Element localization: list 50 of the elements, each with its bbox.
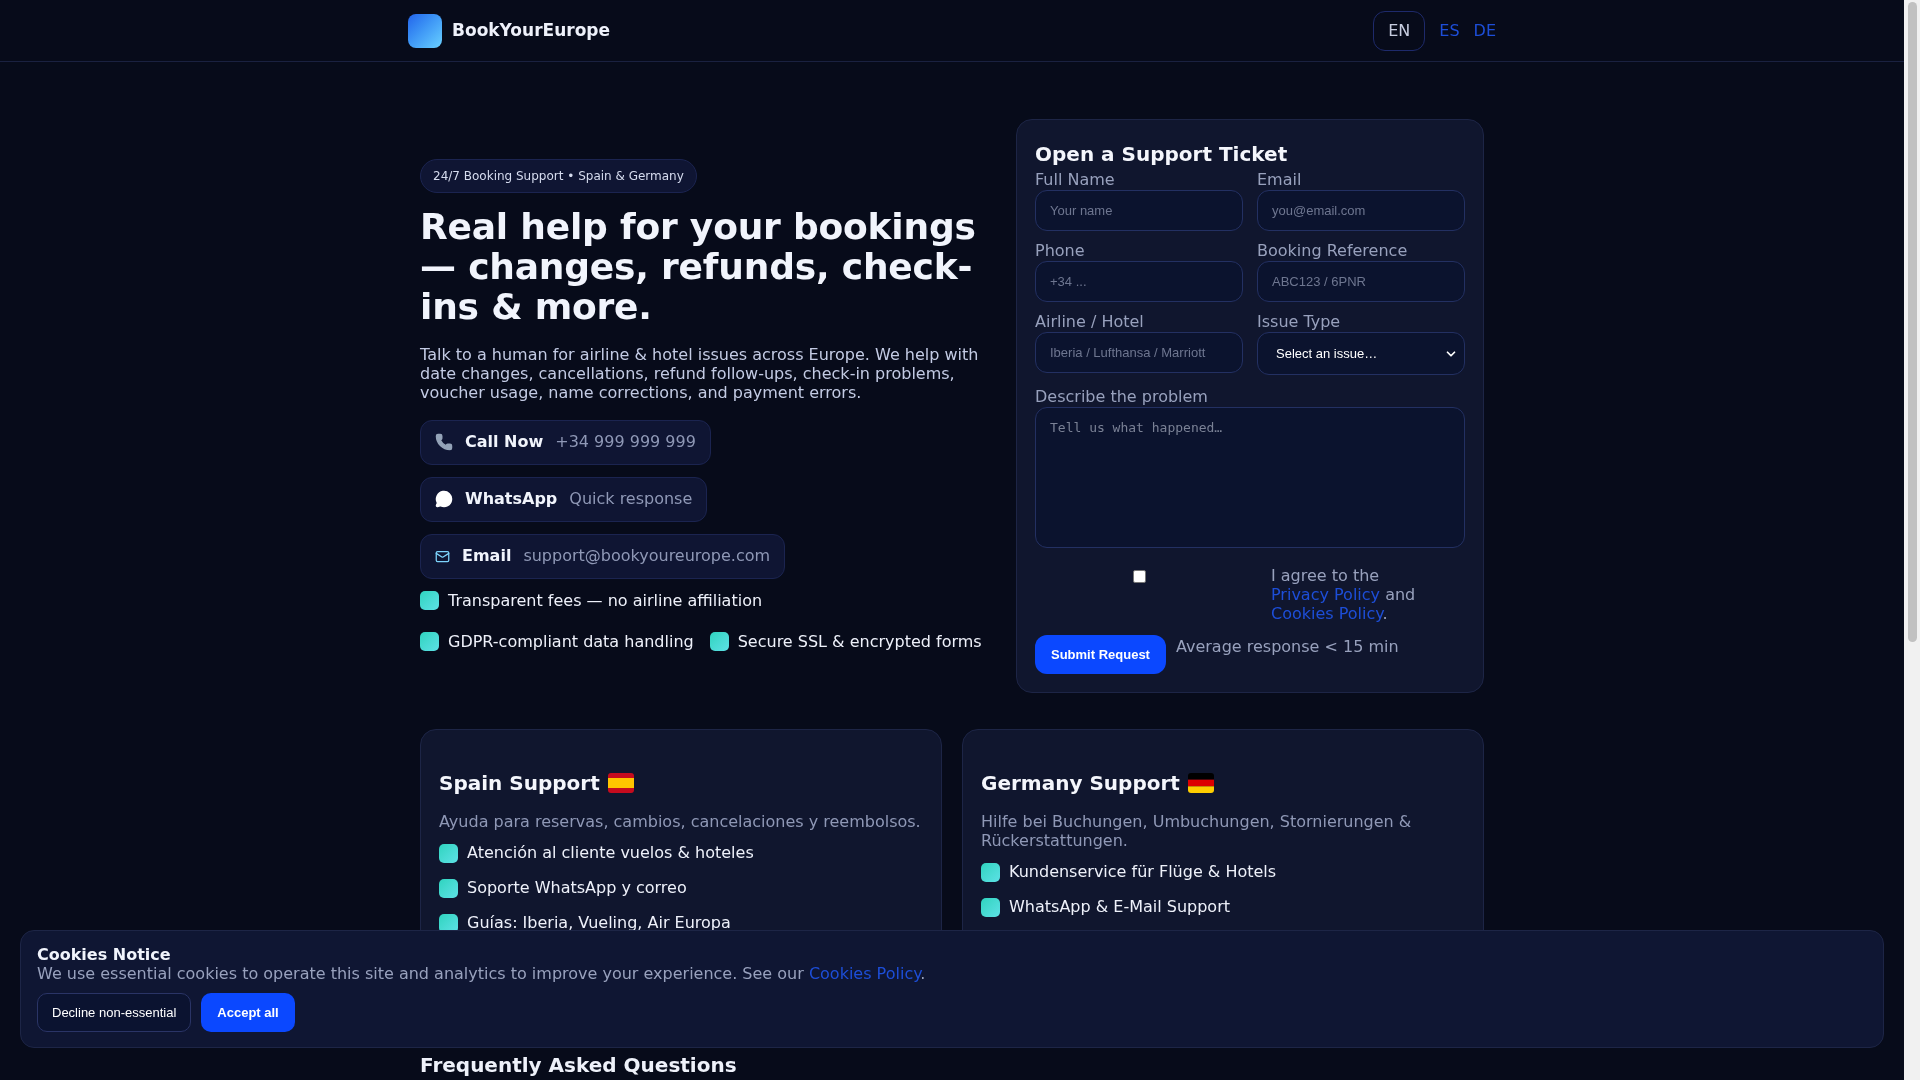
- cookie-text: We use essential cookies to operate this site and analytics to improve your experience. See our Cookies Policy.: [37, 964, 927, 983]
- phone-icon: [435, 433, 453, 451]
- region-item: WhatsApp & E-Mail Support: [1009, 896, 1230, 918]
- consent-checkbox[interactable]: [1132, 570, 1146, 583]
- field-label: Full Name: [1035, 170, 1116, 190]
- cookie-button[interactable]: Decline non-essential: [37, 993, 192, 1032]
- form-title: Open a Support Ticket: [1035, 142, 1289, 166]
- submit-button[interactable]: Submit Request: [1035, 635, 1166, 674]
- field-label: Describe the problem: [1035, 387, 1209, 407]
- region-item: Kundenservice für Flüge & Hotels: [1009, 861, 1277, 883]
- input-field[interactable]: Iberia / Lufthansa / Marriott: [1035, 332, 1243, 373]
- field-label: Airline / Hotel: [1035, 312, 1145, 332]
- field-label: Booking Reference: [1257, 241, 1409, 261]
- input-field[interactable]: ABC123 / 6PNR: [1257, 261, 1465, 302]
- consent-text: I agree to the Privacy Policy and Cookies Policy.: [1270, 566, 1417, 623]
- language-button[interactable]: EN: [1373, 10, 1426, 51]
- region-item: Guías: Iberia, Vueling, Air Europa: [467, 912, 731, 934]
- input-field[interactable]: Your name: [1035, 190, 1243, 231]
- input-field[interactable]: +34 ...: [1035, 261, 1243, 302]
- logo-icon: [408, 13, 442, 48]
- contact-button[interactable]: Email support@bookyoureurope.com: [420, 533, 786, 579]
- region-description: Hilfe bei Buchungen, Umbuchungen, Stornierungen & Rückerstattungen.: [981, 812, 1413, 850]
- contact-button[interactable]: Call Now +34 999 999 999: [420, 419, 711, 465]
- problem-textarea[interactable]: Tell us what happened…: [1035, 407, 1465, 548]
- region-item: Soporte WhatsApp y correo: [467, 877, 687, 899]
- hero-title: Real help for your bookings — changes, refunds, check-ins & more.: [420, 206, 977, 327]
- chat-bubble-icon: [435, 490, 453, 508]
- feature-text: Transparent fees — no airline affiliation: [448, 589, 763, 612]
- field-label: Issue Type: [1257, 312, 1342, 332]
- faq-heading: Frequently Asked Questions: [420, 1053, 738, 1077]
- contact-button[interactable]: WhatsApp Quick response: [420, 476, 708, 522]
- feature-text: Secure SSL & encrypted forms: [737, 630, 982, 653]
- response-note: Average response < 15 min: [1175, 636, 1399, 658]
- region-title: Germany Support: [981, 770, 1180, 797]
- field-label: Email: [1257, 170, 1303, 190]
- region-item: Atención al cliente vuelos & hoteles: [467, 842, 754, 864]
- cookie-button[interactable]: Accept all: [201, 993, 295, 1032]
- hero-description: Talk to a human for airline & hotel issues across Europe. We help with date changes, cancellations, refund follow-ups, check-in problems, voucher usage, name corrections, and payment errors.: [420, 344, 980, 402]
- cookie-title: Cookies Notice: [37, 945, 172, 964]
- region-title: Spain Support: [439, 770, 600, 797]
- feature-text: GDPR-compliant data handling: [448, 630, 694, 653]
- brand-name: BookYourEurope: [452, 18, 610, 42]
- support-badge: 24/7 Booking Support • Spain & Germany: [420, 158, 697, 193]
- field-label: Phone: [1035, 241, 1086, 261]
- region-description: Ayuda para reservas, cambios, cancelaciones y reembolsos.: [439, 812, 922, 831]
- issue-type-select[interactable]: Select an issue…: [1257, 332, 1465, 375]
- envelope-icon: [435, 548, 450, 564]
- flag-icon: [1187, 773, 1214, 793]
- flag-icon: [607, 773, 634, 793]
- input-field[interactable]: you@email.com: [1257, 190, 1465, 231]
